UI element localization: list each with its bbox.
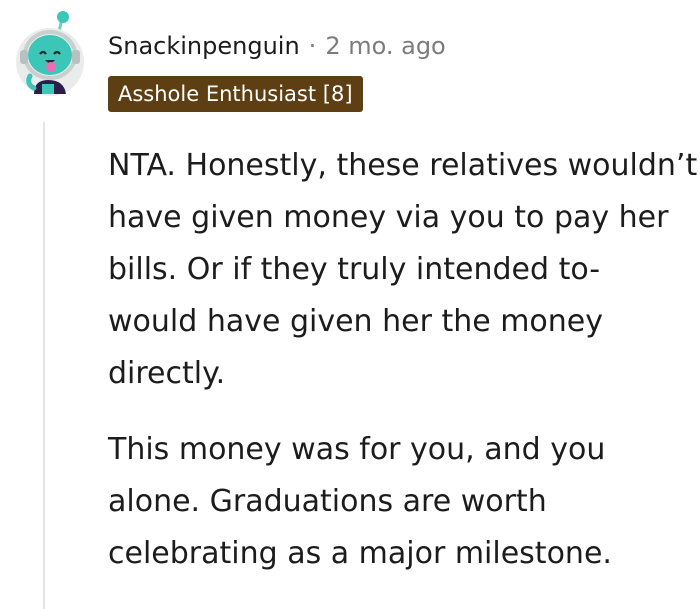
comment-paragraph: NTA. Honestly, these relatives wouldn’t …: [108, 148, 698, 391]
comment: Snackinpenguin · 2 mo. ago Asshole Enthu…: [0, 0, 700, 609]
comment-paragraph: This money was for you, and you alone. G…: [108, 432, 612, 571]
comment-body: NTA. Honestly, these relatives wouldn’t …: [108, 140, 698, 604]
thread-collapse-line[interactable]: [43, 122, 45, 609]
user-avatar-icon[interactable]: [12, 10, 88, 104]
separator-dot: ·: [308, 32, 317, 60]
snoo-avatar-icon: [16, 11, 84, 96]
user-flair-badge: Asshole Enthusiast [8]: [108, 76, 363, 112]
username-link[interactable]: Snackinpenguin: [108, 32, 300, 60]
comment-header: Snackinpenguin · 2 mo. ago: [108, 26, 446, 66]
timestamp-link[interactable]: 2 mo. ago: [325, 32, 445, 60]
